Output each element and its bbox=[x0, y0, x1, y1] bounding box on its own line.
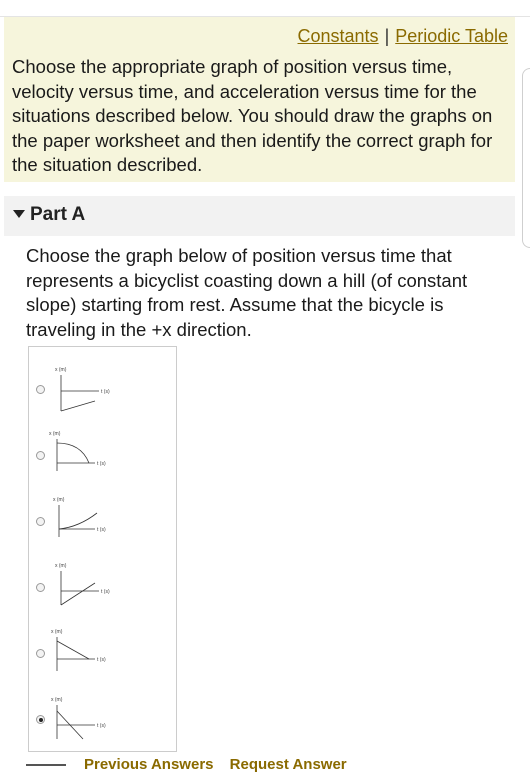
graph-4: x (m) t (s) bbox=[55, 563, 110, 606]
radio-button-5[interactable] bbox=[36, 649, 45, 658]
graph-3: x (m) t (s) bbox=[53, 497, 106, 537]
graph-option-6[interactable]: x (m) t (s) bbox=[29, 683, 178, 749]
x-axis-label: x (m) bbox=[51, 697, 63, 703]
side-panel-edge[interactable] bbox=[522, 68, 530, 248]
request-answer-link[interactable]: Request Answer bbox=[230, 756, 347, 773]
header-links: Constants | Periodic Table bbox=[298, 26, 508, 47]
t-axis-label: t (s) bbox=[97, 527, 106, 533]
bottom-divider bbox=[26, 764, 66, 766]
constants-link[interactable]: Constants bbox=[298, 26, 379, 46]
graph-options-box: x (m) t (s) x (m) t (s) x (m) t (s) x (m… bbox=[28, 346, 177, 752]
graph-2: x (m) t (s) bbox=[49, 431, 106, 471]
t-axis-label: t (s) bbox=[101, 389, 110, 395]
radio-button-3[interactable] bbox=[36, 517, 45, 526]
question-text: Choose the graph below of position versu… bbox=[26, 245, 468, 340]
x-axis-label: x (m) bbox=[51, 629, 63, 635]
graph-1: x (m) t (s) bbox=[55, 367, 110, 412]
t-axis-label: t (s) bbox=[97, 723, 106, 729]
radio-button-4[interactable] bbox=[36, 583, 45, 592]
part-a-header[interactable]: Part A bbox=[4, 196, 515, 236]
x-axis-label: x (m) bbox=[55, 367, 67, 373]
x-axis-label: x (m) bbox=[49, 431, 61, 437]
previous-answers-link[interactable]: Previous Answers bbox=[84, 756, 214, 773]
graph-option-1[interactable]: x (m) t (s) bbox=[29, 353, 178, 419]
part-title: Part A bbox=[30, 204, 86, 225]
x-axis-label: x (m) bbox=[55, 563, 67, 569]
collapse-triangle-icon[interactable] bbox=[13, 210, 25, 218]
t-axis-label: t (s) bbox=[101, 589, 110, 595]
graph-option-2[interactable]: x (m) t (s) bbox=[29, 419, 178, 485]
graph-option-4[interactable]: x (m) t (s) bbox=[29, 551, 178, 617]
graph-6: x (m) t (s) bbox=[51, 697, 106, 740]
periodic-table-link[interactable]: Periodic Table bbox=[395, 26, 508, 46]
footer-actions: Previous Answers Request Answer bbox=[84, 756, 359, 773]
t-axis-label: t (s) bbox=[97, 657, 106, 663]
t-axis-label: t (s) bbox=[97, 461, 106, 467]
intro-panel: Constants | Periodic Table Choose the appr… bbox=[4, 17, 515, 182]
link-separator: | bbox=[384, 26, 390, 46]
radio-button-2[interactable] bbox=[36, 451, 45, 460]
intro-text: Choose the appropriate graph of position… bbox=[12, 56, 493, 175]
top-bar bbox=[0, 0, 530, 17]
graph-option-3[interactable]: x (m) t (s) bbox=[29, 485, 178, 551]
radio-button-6-selected[interactable] bbox=[36, 715, 45, 724]
radio-button-1[interactable] bbox=[36, 385, 45, 394]
graph-option-5[interactable]: x (m) t (s) bbox=[29, 617, 178, 683]
graph-5: x (m) t (s) bbox=[51, 629, 106, 671]
x-axis-label: x (m) bbox=[53, 497, 65, 503]
